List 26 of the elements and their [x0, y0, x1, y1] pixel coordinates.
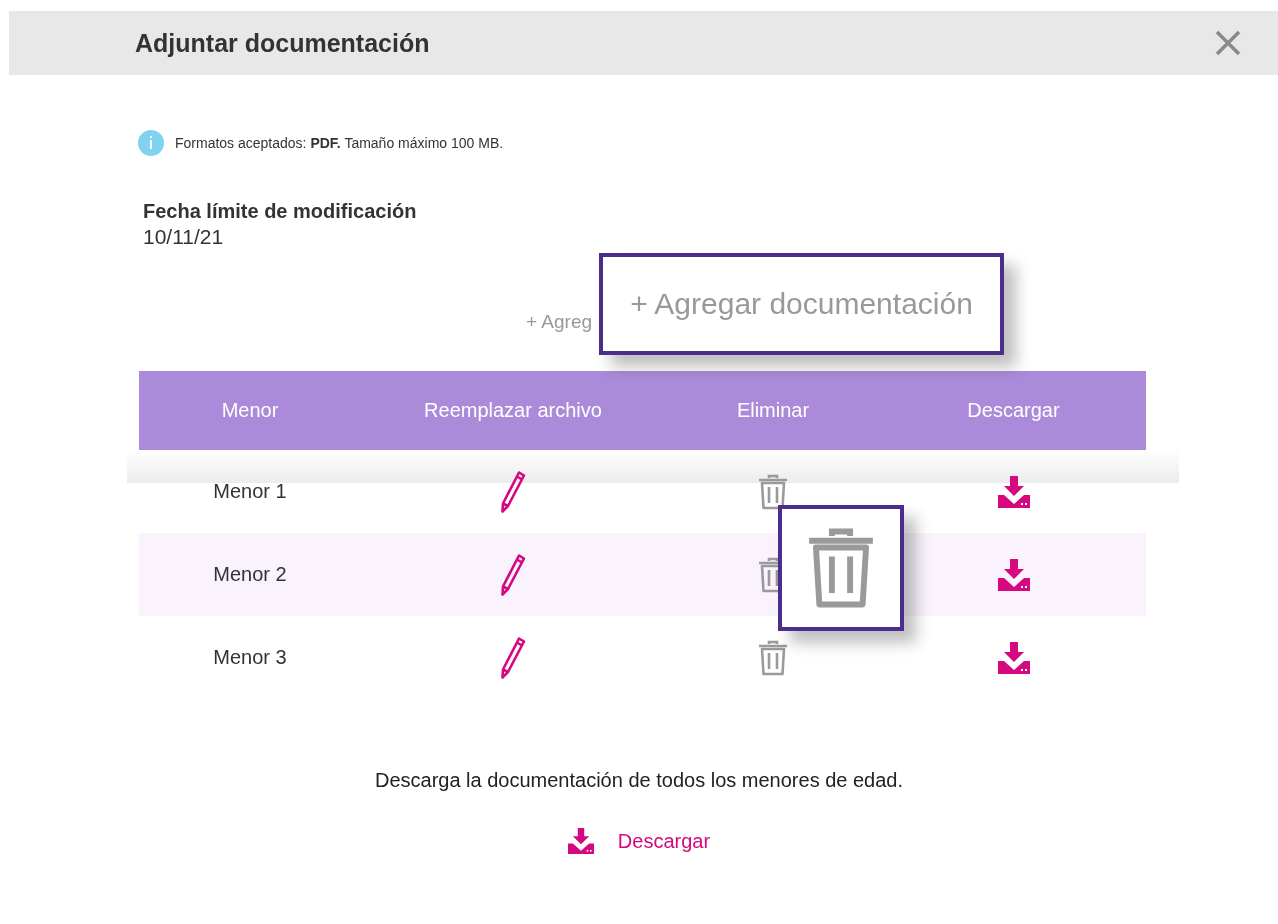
- add-documentation-label: + Agregar documentación: [630, 287, 973, 321]
- table-cell-text: Menor 3: [212, 646, 288, 669]
- column-header: Reemplazar archivo: [423, 399, 603, 422]
- pencil-icon[interactable]: [500, 635, 526, 680]
- add-documentation-link[interactable]: + Agreg: [526, 311, 593, 333]
- info-icon: [138, 130, 164, 156]
- download-icon[interactable]: [997, 558, 1030, 591]
- pencil-icon[interactable]: [500, 469, 526, 514]
- footer-text: Descarga la documentación de todos los menores de edad.: [374, 769, 904, 792]
- column-header: Menor: [220, 399, 280, 422]
- deadline-label: Fecha límite de modificación: [143, 200, 418, 223]
- trash-icon[interactable]: [758, 473, 788, 510]
- trash-icon: [806, 527, 876, 609]
- table-cell-text: Menor 2: [212, 563, 288, 586]
- download-icon[interactable]: [567, 828, 594, 854]
- column-header: Descargar: [966, 399, 1061, 422]
- download-icon[interactable]: [997, 475, 1030, 508]
- table-cell-text: Menor 1: [212, 480, 288, 503]
- info-text: Formatos aceptados: PDF. Tamaño máximo 100 MB.: [175, 135, 504, 151]
- column-header: Eliminar: [735, 399, 811, 422]
- download-icon[interactable]: [997, 641, 1030, 674]
- download-link[interactable]: Descargar: [617, 829, 711, 853]
- close-icon[interactable]: [1215, 30, 1241, 56]
- dialog-title: Adjuntar documentación: [135, 28, 430, 58]
- pencil-icon[interactable]: [500, 552, 526, 597]
- deadline-date: 10/11/21: [143, 225, 225, 249]
